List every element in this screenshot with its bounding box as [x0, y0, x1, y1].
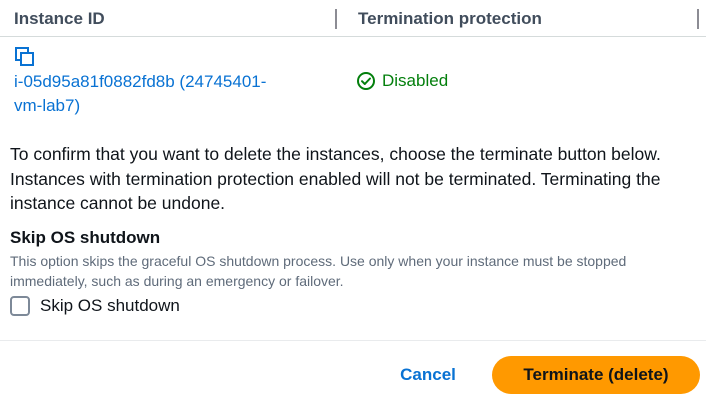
footer-divider	[0, 340, 706, 341]
table-header: Instance ID Termination protection	[0, 0, 706, 37]
skip-os-description: This option skips the graceful OS shutdo…	[10, 253, 627, 289]
skip-os-checkbox[interactable]	[10, 296, 30, 316]
skip-os-checkbox-row[interactable]: Skip OS shutdown	[10, 296, 180, 316]
terminate-button[interactable]: Terminate (delete)	[492, 356, 700, 394]
column-header-termination-protection[interactable]: Termination protection	[358, 9, 542, 29]
status-text: Disabled	[382, 71, 449, 90]
termination-protection-status: Disabled	[356, 71, 448, 91]
cancel-button[interactable]: Cancel	[384, 357, 472, 393]
instance-id-link[interactable]: i-05d95a81f0882fd8b (24745401- vm-lab7)	[14, 70, 334, 118]
check-circle-icon	[356, 71, 376, 91]
column-header-instance-id[interactable]: Instance ID	[14, 9, 105, 29]
copy-icon[interactable]	[14, 46, 36, 68]
confirm-message: To confirm that you want to delete the i…	[10, 144, 661, 213]
instance-id-line-2: vm-lab7)	[14, 96, 81, 115]
skip-os-checkbox-label[interactable]: Skip OS shutdown	[40, 296, 180, 316]
instance-id-line-1: i-05d95a81f0882fd8b (24745401-	[14, 72, 267, 91]
column-resizer[interactable]	[335, 9, 337, 29]
table-row: i-05d95a81f0882fd8b (24745401- vm-lab7)	[14, 46, 334, 118]
column-resizer[interactable]	[697, 9, 699, 29]
skip-os-heading: Skip OS shutdown	[10, 228, 161, 247]
